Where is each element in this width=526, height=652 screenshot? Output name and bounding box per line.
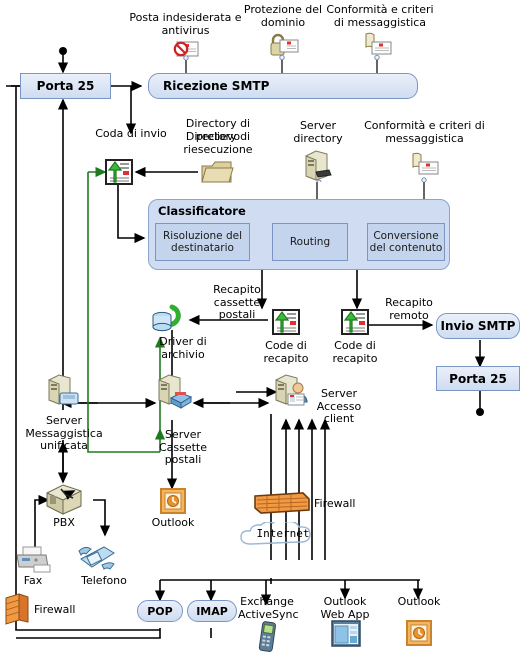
client-eas-label: Exchange ActiveSync [238, 595, 299, 621]
firewall-label-left: Firewall [34, 603, 76, 616]
firewall-label-middle: Firewall [314, 497, 356, 510]
delivery-queue-label-mailbox: Code di recapito [263, 339, 309, 365]
replay-directory-label: Directory di riesecuzione [183, 130, 253, 156]
agent-label-compliance-top: Conformità e criteri di messaggistica [326, 3, 434, 29]
outlook-icon-bottom [406, 620, 432, 646]
store-driver-icon [150, 303, 190, 335]
client-owa-label: Outlook Web App [320, 595, 370, 621]
agent-label-domain-security: Protezione del dominio [243, 3, 323, 29]
mailbox-delivery-label: Recapito cassette postali [213, 283, 261, 321]
delivery-queue-icon-mailbox [271, 308, 301, 336]
submission-queue-icon [104, 158, 134, 186]
fax-label: Fax [23, 574, 43, 587]
antispam-icon [173, 40, 199, 60]
port-25-outbound[interactable]: Porta 25 [436, 366, 520, 391]
delivery-queue-icon-remote [340, 308, 370, 336]
agent-label-compliance-mid: Conformità e criteri di messaggistica [364, 119, 485, 145]
smtp-send-node[interactable]: Invio SMTP [436, 313, 520, 339]
client-outlook-label: Outlook [397, 595, 441, 608]
mobile-phone-icon [256, 620, 278, 652]
client-imap[interactable]: IMAP [187, 600, 237, 622]
client-pop[interactable]: POP [137, 600, 183, 622]
lock-mail-icon [268, 30, 300, 60]
telephone-icon [76, 541, 118, 573]
outlook-label-mid: Outlook [151, 516, 195, 529]
smtp-receive-node[interactable]: Ricezione SMTP [148, 73, 418, 99]
firewall-icon-left [3, 592, 31, 626]
um-server-icon [45, 372, 83, 408]
pbx-icon [44, 482, 84, 516]
classifier-stage-content-conversion[interactable]: Conversione del contenuto [367, 223, 445, 261]
classifier-stage-routing[interactable]: Routing [272, 223, 348, 261]
directory-server-label: Server directory [293, 119, 343, 145]
outlook-icon-mid [160, 488, 186, 514]
telephone-label: Telefono [81, 574, 127, 587]
directory-server-icon [302, 148, 332, 182]
folder-icon [200, 158, 234, 184]
pbx-label: PBX [53, 516, 75, 529]
policy-mail-icon-top [362, 30, 394, 60]
classifier-stage-recipient-resolution[interactable]: Risoluzione del destinatario [155, 223, 250, 261]
policy-mail-icon-mid [409, 150, 441, 182]
mailbox-server-label: Server Cassette postali [158, 428, 208, 466]
diagram-canvas: Posta indesiderata e antivirus Protezion… [0, 0, 526, 652]
browser-window-icon [331, 620, 361, 648]
port-25-inbound[interactable]: Porta 25 [20, 73, 111, 99]
remote-delivery-label: Recapito remoto [385, 296, 433, 322]
um-server-label: Server Messaggistica unificata [25, 414, 103, 452]
mailbox-server-icon [155, 372, 195, 410]
classifier-title: Classificatore [158, 204, 246, 218]
delivery-queue-label-remote: Code di recapito [332, 339, 378, 365]
agent-label-antispam: Posta indesiderata e antivirus [129, 11, 242, 37]
fax-icon [14, 543, 54, 573]
firewall-icon-middle [253, 490, 311, 516]
store-driver-label: Driver di archivio [159, 335, 207, 361]
client-access-server-label: Server Accesso client [316, 387, 362, 425]
internet-label: Internet [256, 527, 310, 540]
